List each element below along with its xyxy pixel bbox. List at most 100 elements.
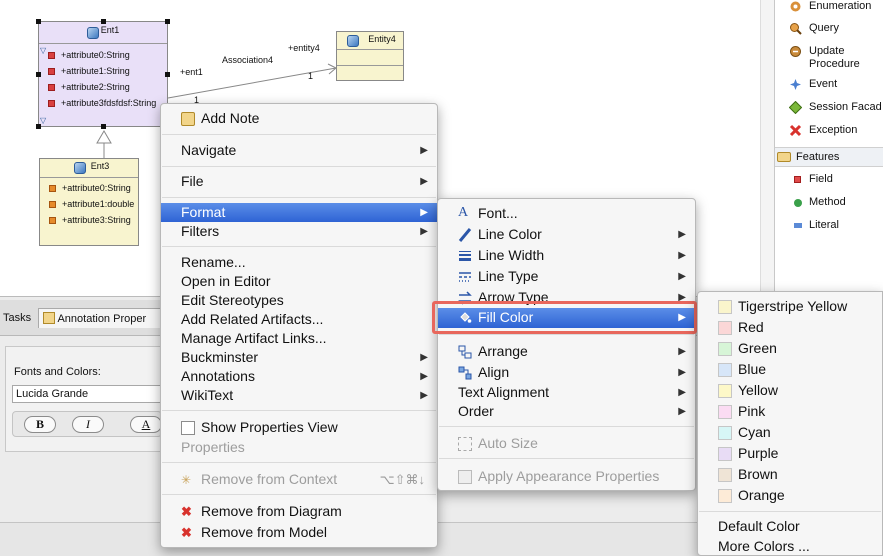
menu-item-color-green[interactable]: Green <box>698 339 882 358</box>
menu-item-remove-from-diagram[interactable]: ✖ Remove from Diagram <box>161 502 437 521</box>
italic-button[interactable]: I <box>72 416 104 433</box>
menu-item-color-red[interactable]: Red <box>698 318 882 337</box>
palette-item-update-procedure[interactable]: Update Procedure <box>790 45 860 71</box>
menu-item-remove-from-context: ✳ Remove from Context ⌥⇧⌘↓ <box>181 471 425 487</box>
align-icon <box>458 366 472 380</box>
class-ent1[interactable]: Ent1 +attribute0:String +attribute1:Stri… <box>38 21 168 127</box>
field-icon <box>794 176 801 183</box>
class-entity4[interactable]: Entity4 <box>336 31 404 81</box>
menu-separator <box>162 410 436 411</box>
menu-item-color-yellow[interactable]: Yellow <box>698 381 882 400</box>
menu-item-font[interactable]: A Font... <box>438 204 695 223</box>
menu-item-add-related-artifacts[interactable]: Add Related Artifacts... <box>161 310 437 329</box>
attribute-row[interactable]: +attribute1:double <box>40 196 138 212</box>
palette-item-session-facade[interactable]: Session Facad <box>789 101 882 114</box>
menu-item-annotations[interactable]: Annotations ▶ <box>161 367 437 386</box>
resize-handle[interactable] <box>36 19 41 24</box>
tab-annotation-properties[interactable]: Annotation Proper <box>38 308 162 328</box>
font-color-button[interactable]: A <box>130 416 162 433</box>
auto-size-icon <box>458 437 472 451</box>
attribute-row[interactable]: +attribute2:String <box>39 79 167 95</box>
font-icon: A <box>458 205 469 220</box>
source-role-label: +ent1 <box>180 67 203 77</box>
color-swatch-icon <box>718 321 732 335</box>
canvas-scrollbar[interactable] <box>760 0 774 296</box>
session-facade-icon <box>789 101 802 114</box>
menu-item-edit-stereotypes[interactable]: Edit Stereotypes <box>161 291 437 310</box>
resize-handle[interactable] <box>101 19 106 24</box>
resize-handle[interactable] <box>165 72 170 77</box>
update-procedure-icon <box>790 46 801 57</box>
menu-item-manage-artifact-links[interactable]: Manage Artifact Links... <box>161 329 437 348</box>
color-swatch-icon <box>718 300 732 314</box>
line-width-icon <box>459 251 471 261</box>
palette-item-literal[interactable]: Literal <box>791 219 839 232</box>
menu-item-buckminster[interactable]: Buckminster ▶ <box>161 348 437 367</box>
color-swatch-icon <box>718 489 732 503</box>
resize-handle[interactable] <box>101 124 106 129</box>
submenu-arrow-icon: ▶ <box>678 271 686 282</box>
resize-handle[interactable] <box>165 19 170 24</box>
menu-item-color-pink[interactable]: Pink <box>698 402 882 421</box>
attribute-icon <box>48 68 55 75</box>
resize-handle[interactable] <box>36 124 41 129</box>
fill-color-highlight <box>432 301 697 334</box>
attribute-row[interactable]: +attribute3fdsfdsf:String <box>39 95 167 111</box>
menu-item-order[interactable]: Order ▶ <box>438 402 695 421</box>
menu-item-add-note[interactable]: Add Note <box>161 109 437 128</box>
font-name-field[interactable]: Lucida Grande <box>12 385 162 403</box>
menu-item-color-blue[interactable]: Blue <box>698 360 882 379</box>
class-name: Ent1 <box>100 25 120 35</box>
attribute-row[interactable]: +attribute0:String <box>40 180 138 196</box>
menu-item-open-in-editor[interactable]: Open in Editor <box>161 272 437 291</box>
menu-item-rename[interactable]: Rename... <box>161 253 437 272</box>
menu-separator <box>162 197 436 198</box>
menu-item-navigate[interactable]: Navigate ▶ <box>161 141 437 160</box>
menu-item-more-colors[interactable]: More Colors ... <box>698 537 882 556</box>
menu-item-wikitext[interactable]: WikiText ▶ <box>161 386 437 405</box>
palette-section-features[interactable]: Features <box>775 147 883 167</box>
menu-item-default-color[interactable]: Default Color <box>698 517 882 536</box>
palette-item-field[interactable]: Field <box>791 173 833 186</box>
menu-item-file[interactable]: File ▶ <box>161 172 437 191</box>
exception-icon <box>789 124 802 137</box>
tab-tasks[interactable]: Tasks <box>3 308 31 328</box>
palette-panel: Enumeration Query Update Procedure Event… <box>774 0 883 296</box>
properties-view-icon <box>181 421 195 435</box>
menu-item-color-purple[interactable]: Purple <box>698 444 882 463</box>
attribute-icon <box>48 100 55 107</box>
menu-separator <box>162 494 436 495</box>
menu-item-text-alignment[interactable]: Text Alignment ▶ <box>438 383 695 402</box>
menu-item-line-width[interactable]: Line Width ▶ <box>438 246 695 265</box>
palette-item-query[interactable]: Query <box>790 22 839 35</box>
menu-item-line-type[interactable]: Line Type ▶ <box>438 267 695 286</box>
line-color-icon <box>458 228 472 242</box>
collapse-icon[interactable]: ▽ <box>40 46 46 55</box>
bold-button[interactable]: B <box>24 416 56 433</box>
palette-item-enumeration[interactable]: Enumeration <box>790 0 871 13</box>
menu-item-line-color[interactable]: Line Color ▶ <box>438 225 695 244</box>
menu-separator <box>439 334 694 335</box>
attribute-row[interactable]: +attribute3:String <box>40 212 138 228</box>
resize-handle[interactable] <box>36 72 41 77</box>
menu-item-color-brown[interactable]: Brown <box>698 465 882 484</box>
palette-item-event[interactable]: Event <box>790 78 837 91</box>
menu-item-show-properties-view[interactable]: Show Properties View <box>161 418 437 437</box>
method-icon <box>794 199 802 207</box>
menu-separator <box>439 458 694 459</box>
attribute-row[interactable]: +attribute0:String <box>39 47 167 63</box>
menu-item-format[interactable]: Format ▶ <box>161 203 437 222</box>
menu-item-color-orange[interactable]: Orange <box>698 486 882 505</box>
attribute-row[interactable]: +attribute1:String <box>39 63 167 79</box>
palette-item-exception[interactable]: Exception <box>789 124 857 137</box>
attribute-icon <box>48 84 55 91</box>
menu-item-align[interactable]: Align ▶ <box>438 363 695 382</box>
menu-item-filters[interactable]: Filters ▶ <box>161 222 437 241</box>
color-swatch-icon <box>718 426 732 440</box>
menu-item-color-cyan[interactable]: Cyan <box>698 423 882 442</box>
menu-item-arrange[interactable]: Arrange ▶ <box>438 342 695 361</box>
menu-item-color-tigerstripe-yellow[interactable]: Tigerstripe Yellow <box>698 297 882 316</box>
class-ent3[interactable]: Ent3 +attribute0:String +attribute1:doub… <box>39 158 139 246</box>
menu-item-remove-from-model[interactable]: ✖ Remove from Model <box>161 523 437 542</box>
palette-item-method[interactable]: Method <box>791 196 846 209</box>
